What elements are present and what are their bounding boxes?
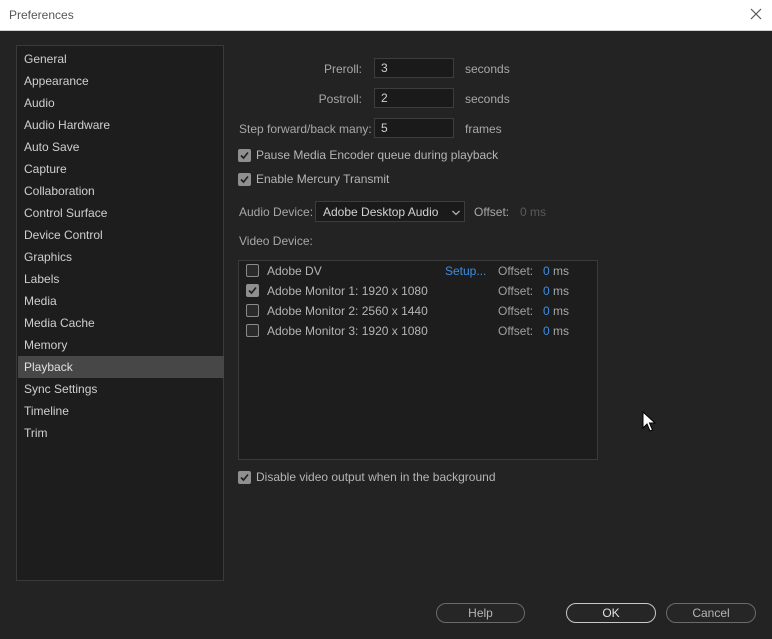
device-offset-value[interactable]: 0 [543, 284, 550, 298]
sidebar-item-labels[interactable]: Labels [18, 268, 224, 290]
sidebar-item-sync-settings[interactable]: Sync Settings [18, 378, 224, 400]
preroll-unit: seconds [465, 62, 510, 76]
title-bar: Preferences [0, 0, 772, 31]
sidebar-item-audio[interactable]: Audio [18, 92, 224, 114]
step-input[interactable] [374, 118, 454, 138]
sidebar-item-auto-save[interactable]: Auto Save [18, 136, 224, 158]
audio-device-select[interactable]: Adobe Desktop Audio [315, 201, 465, 222]
mercury-checkbox[interactable] [238, 173, 251, 186]
sidebar-item-playback[interactable]: Playback [18, 356, 224, 378]
device-checkbox-monitor-2[interactable] [246, 304, 259, 317]
list-item: Adobe Monitor 2: 2560 x 1440 Offset: 0 m… [239, 301, 597, 321]
disable-background-label: Disable video output when in the backgro… [256, 470, 496, 484]
checkmark-icon [240, 175, 249, 184]
list-item: Adobe Monitor 1: 1920 x 1080 Offset: 0 m… [239, 281, 597, 301]
mouse-cursor-icon [642, 410, 657, 436]
sidebar-item-control-surface[interactable]: Control Surface [18, 202, 224, 224]
video-device-list: Adobe DV Setup... Offset: 0 ms Adobe Mon… [238, 260, 598, 460]
checkmark-icon [248, 286, 257, 295]
sidebar-item-collaboration[interactable]: Collaboration [18, 180, 224, 202]
audio-device-value: Adobe Desktop Audio [323, 205, 439, 219]
postroll-input[interactable] [374, 88, 454, 108]
window-title: Preferences [9, 8, 74, 22]
sidebar-item-memory[interactable]: Memory [18, 334, 224, 356]
close-icon[interactable] [748, 6, 764, 22]
preroll-label: Preroll: [323, 62, 362, 76]
list-item: Adobe DV Setup... Offset: 0 ms [239, 261, 597, 281]
postroll-label: Postroll: [318, 92, 362, 106]
sidebar-item-capture[interactable]: Capture [18, 158, 224, 180]
device-name: Adobe Monitor 2: 2560 x 1440 [267, 304, 428, 318]
video-device-label: Video Device: [239, 234, 313, 248]
checkmark-icon [240, 473, 249, 482]
pause-encoder-label: Pause Media Encoder queue during playbac… [256, 148, 499, 162]
device-name: Adobe Monitor 3: 1920 x 1080 [267, 324, 428, 338]
audio-device-label: Audio Device: [239, 205, 314, 219]
device-offset-unit: ms [553, 284, 569, 298]
postroll-unit: seconds [465, 92, 510, 106]
ok-button[interactable]: OK [566, 603, 656, 623]
device-checkbox-monitor-1[interactable] [246, 284, 259, 297]
audio-offset-label: Offset: [474, 205, 510, 219]
device-offset-label: Offset: [498, 284, 534, 298]
device-offset-label: Offset: [498, 324, 534, 338]
chevron-down-icon [451, 207, 461, 221]
sidebar-item-trim[interactable]: Trim [18, 422, 224, 444]
device-name: Adobe Monitor 1: 1920 x 1080 [267, 284, 428, 298]
list-item: Adobe Monitor 3: 1920 x 1080 Offset: 0 m… [239, 321, 597, 341]
device-offset-label: Offset: [498, 264, 534, 278]
device-offset-value[interactable]: 0 [543, 264, 550, 278]
help-button[interactable]: Help [436, 603, 525, 623]
sidebar-item-media[interactable]: Media [18, 290, 224, 312]
sidebar-item-graphics[interactable]: Graphics [18, 246, 224, 268]
device-offset-value[interactable]: 0 [543, 304, 550, 318]
device-offset-label: Offset: [498, 304, 534, 318]
preferences-sidebar: General Appearance Audio Audio Hardware … [16, 45, 224, 581]
cancel-button[interactable]: Cancel [666, 603, 756, 623]
audio-offset-value: 0 ms [520, 205, 547, 219]
device-checkbox-adobe-dv[interactable] [246, 264, 259, 277]
pause-encoder-checkbox[interactable] [238, 149, 251, 162]
device-offset-value[interactable]: 0 [543, 324, 550, 338]
step-unit: frames [465, 122, 502, 136]
checkmark-icon [240, 151, 249, 160]
sidebar-item-audio-hardware[interactable]: Audio Hardware [18, 114, 224, 136]
setup-link[interactable]: Setup... [445, 264, 486, 278]
sidebar-item-general[interactable]: General [18, 48, 224, 70]
preroll-input[interactable] [374, 58, 454, 78]
device-offset-unit: ms [553, 264, 569, 278]
device-offset-unit: ms [553, 324, 569, 338]
sidebar-item-device-control[interactable]: Device Control [18, 224, 224, 246]
step-label: Step forward/back many: [239, 122, 372, 136]
device-name: Adobe DV [267, 264, 322, 278]
sidebar-item-timeline[interactable]: Timeline [18, 400, 224, 422]
disable-background-checkbox[interactable] [238, 471, 251, 484]
sidebar-item-media-cache[interactable]: Media Cache [18, 312, 224, 334]
sidebar-item-appearance[interactable]: Appearance [18, 70, 224, 92]
device-checkbox-monitor-3[interactable] [246, 324, 259, 337]
device-offset-unit: ms [553, 304, 569, 318]
mercury-label: Enable Mercury Transmit [256, 172, 390, 186]
